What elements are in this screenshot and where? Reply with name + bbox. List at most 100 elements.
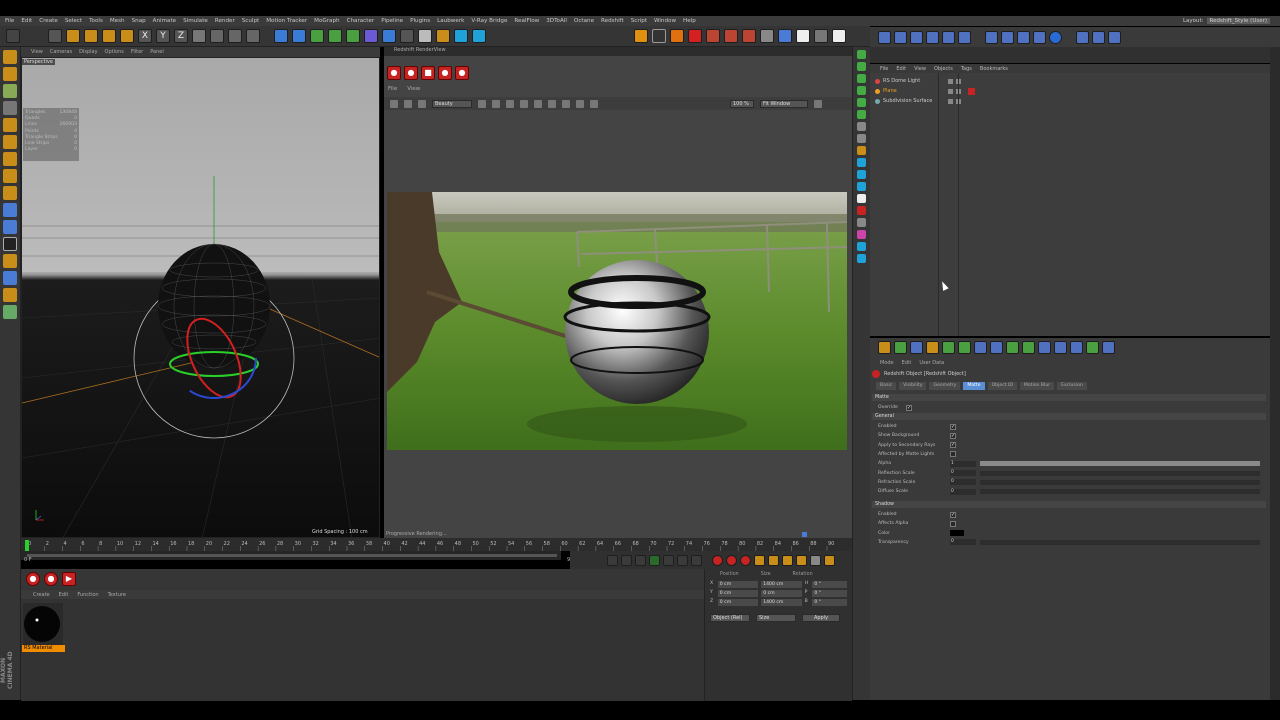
axis-z-button[interactable]: Z (174, 29, 188, 43)
render-picture-icon[interactable] (228, 29, 242, 43)
keyframe-selection-icon[interactable] (740, 554, 751, 566)
environment-object-icon[interactable] (1006, 341, 1019, 354)
object-name[interactable]: Subdivision Surface (883, 98, 945, 104)
menu-item-tools[interactable]: Tools (89, 18, 103, 24)
tab-geometry[interactable]: Geometry (929, 382, 961, 390)
menu-item-3dtoall[interactable]: 3DToAll (546, 18, 567, 24)
tab-matte[interactable]: Matte (963, 382, 985, 390)
menu-item-snap[interactable]: Snap (132, 18, 146, 24)
rs-proxy-icon[interactable] (814, 29, 828, 43)
spline-object-icon[interactable] (942, 341, 955, 354)
side-tool-6-icon[interactable] (857, 110, 866, 119)
side-tool-18-icon[interactable] (857, 254, 866, 263)
coordinate-system-icon[interactable] (192, 29, 206, 43)
visibility-toggle-icon[interactable] (948, 78, 953, 84)
light-icon[interactable] (418, 29, 432, 43)
object-menu-file[interactable]: File (880, 66, 888, 72)
rs-psr-icon[interactable] (796, 29, 810, 43)
cube-object-icon[interactable] (878, 341, 891, 354)
material-play-icon[interactable]: ▶ (62, 572, 76, 586)
menu-item-edit[interactable]: Edit (21, 18, 32, 24)
visibility-toggle-icon[interactable] (948, 88, 953, 94)
obj-tool-5-icon[interactable] (942, 30, 955, 44)
menu-item-v-ray-bridge[interactable]: V-Ray Bridge (471, 18, 507, 24)
menu-item-character[interactable]: Character (347, 18, 375, 24)
rs-light-icon[interactable] (706, 29, 720, 43)
subdivision-icon[interactable] (310, 29, 324, 43)
matte-slider[interactable] (980, 470, 1260, 476)
pla-key-icon[interactable] (810, 554, 821, 566)
obj-tool-13-icon[interactable] (1092, 30, 1105, 44)
timeline-playhead[interactable] (25, 540, 29, 551)
menu-item-mesh[interactable]: Mesh (110, 18, 125, 24)
side-tool-8-icon[interactable] (857, 134, 866, 143)
matte-value-field[interactable]: 0 (950, 470, 976, 476)
deformer-icon[interactable] (364, 29, 378, 43)
redshift-s-icon[interactable] (652, 29, 666, 43)
cylinder-object-icon[interactable] (910, 341, 923, 354)
circle-icon[interactable] (548, 99, 556, 108)
cube-icon[interactable] (274, 29, 288, 43)
side-tool-2-icon[interactable] (857, 62, 866, 71)
side-tool-15-icon[interactable] (857, 218, 866, 227)
redshift-s2-icon[interactable] (670, 29, 684, 43)
position-field[interactable]: 0 cm (717, 599, 759, 606)
nurbs-object-icon[interactable] (958, 341, 971, 354)
side-tool-3-icon[interactable] (857, 74, 866, 83)
redshift-icon[interactable] (436, 29, 450, 43)
tab-exclusion[interactable]: Exclusion (1057, 382, 1087, 390)
render-save-icon[interactable]: ● (455, 66, 469, 80)
obj-tool-3-icon[interactable] (910, 30, 923, 44)
scale-icon[interactable] (84, 29, 98, 43)
render-view-icon[interactable] (210, 29, 224, 43)
grid-icon[interactable] (520, 99, 528, 108)
size-field[interactable]: 1400 cm (761, 581, 802, 588)
layer-icon[interactable] (562, 99, 570, 108)
menu-item-select[interactable]: Select (65, 18, 82, 24)
texture-mode-icon[interactable] (454, 29, 468, 43)
refresh-icon[interactable] (418, 99, 426, 108)
array-icon[interactable] (328, 29, 342, 43)
render-options-icon[interactable] (814, 99, 822, 108)
deformer-object-icon[interactable] (990, 341, 1003, 354)
menu-item-pipeline[interactable]: Pipeline (381, 18, 403, 24)
object-menu-bookmarks[interactable]: Bookmarks (980, 66, 1008, 72)
render-menu-file[interactable]: File (388, 86, 397, 92)
points-mode-icon[interactable] (3, 118, 17, 132)
array-object-icon[interactable] (974, 341, 987, 354)
snap-icon[interactable] (472, 29, 486, 43)
side-tool-10-icon[interactable] (857, 158, 866, 167)
matte-checkbox[interactable]: ✓ (950, 442, 956, 449)
prev-key-icon[interactable] (621, 554, 632, 566)
obj-tool-9-icon[interactable] (1017, 30, 1030, 44)
material-ipr-icon[interactable]: ● (44, 572, 58, 586)
camera-object-icon[interactable] (1022, 341, 1035, 354)
visibility-toggle-icon[interactable] (948, 98, 953, 104)
object-menu-tags[interactable]: Tags (961, 66, 972, 72)
camera-icon[interactable] (400, 29, 414, 43)
override-checkbox[interactable]: ✓ (906, 404, 912, 411)
object-name[interactable]: RS Dome Light (883, 78, 945, 84)
save-image-icon[interactable] (390, 99, 398, 108)
side-tool-4-icon[interactable] (857, 86, 866, 95)
floor-icon[interactable] (382, 29, 396, 43)
texture-icon[interactable] (3, 84, 17, 98)
scene-object-icon[interactable] (1054, 341, 1067, 354)
attribute-menu-edit[interactable]: Edit (902, 360, 912, 366)
object-menu-view[interactable]: View (914, 66, 926, 72)
side-tool-14-icon[interactable] (857, 206, 866, 215)
layout-dropdown[interactable]: Redshift_Style (User) (1206, 18, 1270, 24)
lock-icon[interactable] (506, 99, 514, 108)
tweak-mode-icon[interactable] (3, 186, 17, 200)
material-menu-texture[interactable]: Texture (108, 592, 126, 598)
rs-sun-icon[interactable] (742, 29, 756, 43)
fit-window-dropdown[interactable]: Fit Window (760, 99, 808, 108)
rs-tag-icon[interactable] (968, 87, 975, 95)
pick-icon[interactable] (534, 99, 542, 108)
obj-tool-1-icon[interactable] (878, 30, 891, 44)
axis-y-button[interactable]: Y (156, 29, 170, 43)
rotation-field[interactable]: 0 ° (812, 581, 847, 588)
undo-icon[interactable] (6, 29, 20, 43)
crop-icon[interactable] (492, 99, 500, 108)
matte-value-field[interactable]: 0 (950, 488, 976, 495)
